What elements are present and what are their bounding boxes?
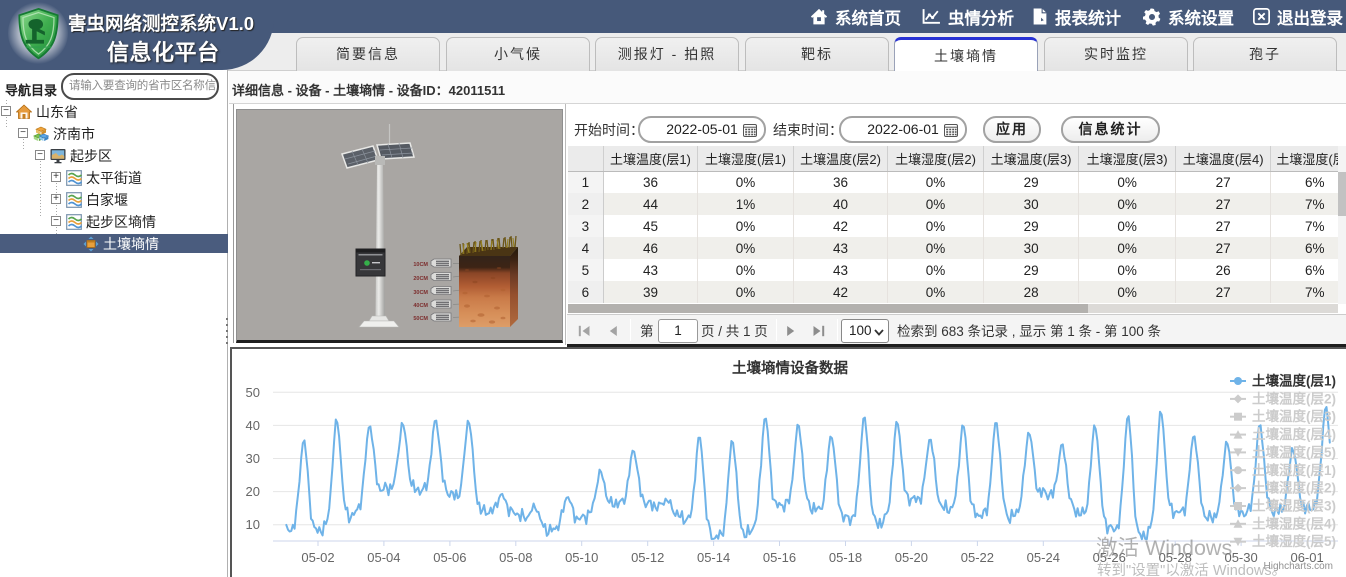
svg-text:50CM: 50CM — [413, 316, 428, 322]
svg-text:05-02: 05-02 — [301, 550, 334, 565]
svg-text:05-16: 05-16 — [763, 550, 796, 565]
svg-text:05-14: 05-14 — [697, 550, 730, 565]
svg-text:20CM: 20CM — [413, 276, 428, 282]
svg-text:05-20: 05-20 — [895, 550, 928, 565]
svg-text:土壤温度(层5): 土壤温度(层5) — [1252, 444, 1336, 460]
svg-text:10CM: 10CM — [413, 262, 428, 268]
svg-text:05-06: 05-06 — [433, 550, 466, 565]
svg-text:05-22: 05-22 — [961, 550, 994, 565]
svg-text:土壤湿度(层2): 土壤湿度(层2) — [1252, 480, 1336, 496]
svg-text:30CM: 30CM — [413, 290, 428, 296]
svg-text:土壤温度(层2): 土壤温度(层2) — [1252, 390, 1336, 406]
svg-text:30: 30 — [246, 451, 260, 466]
svg-text:40CM: 40CM — [413, 303, 428, 309]
svg-text:土壤墒情设备数据: 土壤墒情设备数据 — [732, 359, 848, 377]
svg-text:土壤温度(层4): 土壤温度(层4) — [1252, 426, 1336, 442]
svg-text:05-10: 05-10 — [565, 550, 598, 565]
svg-text:土壤温度(层1): 土壤温度(层1) — [1252, 373, 1336, 389]
svg-text:Highcharts.com: Highcharts.com — [1264, 561, 1333, 572]
svg-text:土壤湿度(层5): 土壤湿度(层5) — [1252, 533, 1336, 549]
svg-text:05-18: 05-18 — [829, 550, 862, 565]
svg-text:转到"设置"以激活 Windows。: 转到"设置"以激活 Windows。 — [1097, 562, 1286, 577]
svg-text:20: 20 — [246, 484, 260, 499]
svg-text:05-12: 05-12 — [631, 550, 664, 565]
svg-text:05-08: 05-08 — [499, 550, 532, 565]
svg-text:40: 40 — [246, 418, 260, 433]
svg-text:土壤湿度(层1): 土壤湿度(层1) — [1252, 462, 1336, 478]
svg-text:土壤温度(层3): 土壤温度(层3) — [1252, 408, 1336, 424]
svg-text:土壤湿度(层3): 土壤湿度(层3) — [1252, 498, 1336, 514]
svg-text:激活 Windows: 激活 Windows — [1096, 536, 1232, 560]
svg-text:土壤湿度(层4): 土壤湿度(层4) — [1252, 515, 1336, 531]
svg-text:10: 10 — [246, 517, 260, 532]
svg-text:50: 50 — [246, 385, 260, 400]
svg-text:05-04: 05-04 — [367, 550, 400, 565]
svg-text:05-24: 05-24 — [1027, 550, 1060, 565]
